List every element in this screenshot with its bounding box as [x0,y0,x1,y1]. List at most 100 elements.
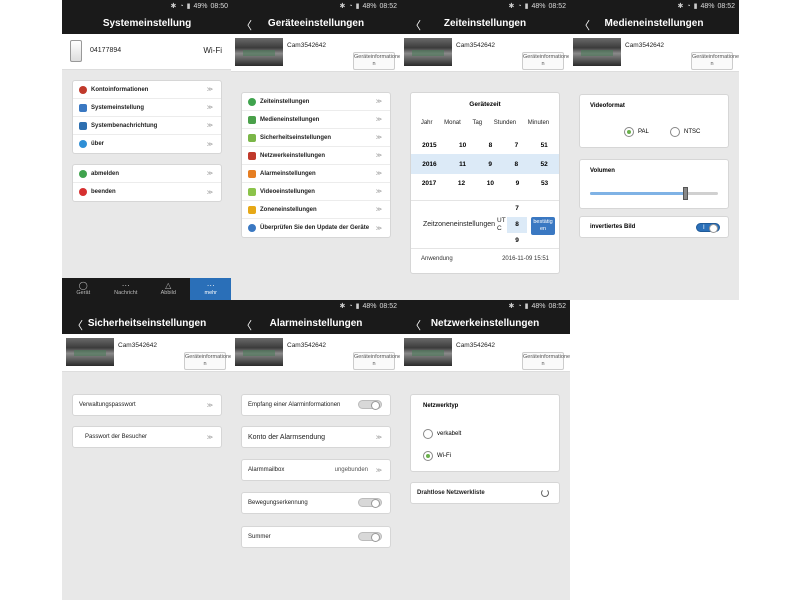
status-bar [62,300,232,312]
bluetooth-icon: ✱ [339,303,346,310]
account-id: 04177894 [90,47,122,54]
col-monat: Monat [444,120,461,126]
chevron-right-icon: ≫ [206,141,213,148]
wired-radio[interactable] [423,429,433,439]
time-row[interactable]: 2017 12 10 9 53 [411,174,559,192]
camera-thumbnail [235,38,283,66]
alarm-receive-toggle[interactable] [358,400,382,410]
abmelden-item[interactable]: abmelden ≫ [73,165,221,183]
nav-mehr[interactable]: ··· mehr [189,278,232,300]
device-info-button[interactable]: Geräteinformatione n [522,52,570,70]
antenna-icon [248,151,256,160]
netzwerkeinstellungen-item[interactable]: Netzwerkeinstellungen ≫ [242,147,390,165]
chevron-right-icon: ≫ [375,189,382,195]
battery-level: 48% [700,2,715,10]
back-icon[interactable]: 〈 [72,317,83,333]
screen-netzwerkeinstellungen: ✱ ◔ ▮ 48% 08:52 〈 Netzwerkeinstellungen C… [400,300,570,600]
signal-icon: ▮ [355,303,360,310]
zoneneinstellungen-item[interactable]: Zoneneinstellungen ≫ [242,201,390,219]
visitor-password-card[interactable]: Passwort der Besucher ≫ [72,426,222,448]
network-type-label: Netzwerktyp [423,403,459,409]
sicherheitseinstellungen-item[interactable]: Sicherheitseinstellungen ≫ [242,129,390,147]
back-icon[interactable]: 〈 [410,317,421,333]
device-header: Cam3542642 Geräteinformatione n [400,334,570,372]
shield-icon [248,133,256,142]
settings-list: Kontoinformationen ≫ Systemeinstellung ≫ S… [72,80,222,154]
more-icon: ··· [206,281,215,290]
motion-detection-label: Bewegungserkennung [248,500,308,506]
phone-icon [70,40,82,62]
wifi-icon: ◔ [348,2,353,10]
chevron-right-icon: ≫ [375,434,382,441]
time-row[interactable]: 2015 10 8 7 51 [411,136,559,154]
clock-icon [248,97,256,106]
device-header: Cam3542642 Geräteinformatione n [231,34,401,72]
nav-geraet[interactable]: ◯ Gerät [62,278,105,300]
camera-name: Cam3542642 [625,42,665,49]
back-icon[interactable]: 〈 [410,17,421,33]
kontoinformationen-item[interactable]: Kontoinformationen ≫ [73,81,221,99]
motion-detection-toggle[interactable] [358,498,382,508]
col-minuten: Minuten [527,120,550,126]
session-list: abmelden ≫ beenden ≫ [72,164,222,202]
status-bar: ✱ ◔ ▮ 48% 08:52 [400,0,570,12]
page-title: 〈 Sicherheitseinstellungen [62,312,232,334]
chevron-right-icon: ≫ [375,171,382,177]
battery-level: 48% [531,302,546,310]
ueber-item[interactable]: über ≫ [73,135,221,153]
page-title: 〈 Netzwerkeinstellungen [400,312,570,334]
ntsc-radio[interactable] [670,127,680,137]
chevron-right-icon: ≫ [375,99,382,105]
videoeinstellungen-item[interactable]: Videoeinstellungen ≫ [242,183,390,201]
admin-password-card[interactable]: Verwaltungspasswort ≫ [72,394,222,416]
screen-zeiteinstellungen: ✱ ◔ ▮ 48% 08:52 〈 Zeiteinstellungen Cam35… [400,0,570,300]
back-icon[interactable]: 〈 [241,317,252,333]
inverted-toggle[interactable]: I [696,223,720,233]
battery-level: 48% [362,2,377,10]
alarm-account-label: Konto der Alarmsendung [248,433,326,441]
wireless-list-card[interactable]: Drahtlose Netzwerkliste [410,482,560,504]
device-info-button[interactable]: Geräteinformatione n [353,52,401,70]
col-tag: Tag [472,120,483,126]
zeiteinstellungen-item[interactable]: Zeiteinstellungen ≫ [242,93,390,111]
alarmeinstellungen-item[interactable]: Alarmeinstellungen ≫ [242,165,390,183]
account-bar[interactable]: 04177894 Wi-Fi [62,34,232,70]
wifi-icon: ◔ [517,302,522,310]
camera-thumbnail [66,338,114,366]
buzzer-toggle[interactable] [358,532,382,542]
device-info-button[interactable]: Geräteinformatione n [353,352,401,370]
pal-radio[interactable] [624,127,634,137]
nav-nachricht[interactable]: ⋯ Nachricht [105,278,148,300]
apply-time: 2016-11-09 15:51 [502,256,549,262]
camera-thumbnail [404,338,452,366]
time-row-selected[interactable]: 2016 11 9 8 52 [411,154,559,174]
systemeinstellung-item[interactable]: Systemeinstellung ≫ [73,99,221,117]
device-info-button[interactable]: Geräteinformatione n [184,352,232,370]
signal-icon: ▮ [355,3,360,10]
volume-slider-handle[interactable] [683,187,688,200]
wifi-radio[interactable] [423,451,433,461]
timezone-picker[interactable]: 7 8 9 [507,201,527,249]
chevron-right-icon: ≫ [206,123,213,129]
back-icon[interactable]: 〈 [579,17,590,33]
image-icon: △ [165,281,172,290]
time-columns: Jahr Monat Tag Stunden Minuten [411,120,559,126]
nav-abbild[interactable]: △ Abbild [147,278,190,300]
medieneinstellungen-item[interactable]: Medieneinstellungen ≫ [242,111,390,129]
device-info-button[interactable]: Geräteinformatione n [691,52,739,70]
update-item[interactable]: Überprüfen Sie den Update der Geräte ≫ [242,219,390,237]
screen-alarmeinstellungen: ✱ ◔ ▮ 48% 08:52 〈 Alarmeinstellungen Cam3… [231,300,401,600]
back-icon[interactable]: 〈 [241,17,252,33]
systembenachrichtung-item[interactable]: Systembenachrichtung ≫ [73,117,221,135]
alarm-account-card[interactable]: Konto der Alarmsendung ≫ [241,426,391,448]
status-bar: ✱ ◔ ▮ 48% 08:52 [400,300,570,312]
wifi-icon: ◔ [179,2,184,10]
beenden-item[interactable]: beenden ≫ [73,183,221,201]
bottom-navigation: ◯ Gerät ⋯ Nachricht △ Abbild ··· mehr [62,278,232,300]
device-header: Cam3542642 Geräteinformatione n [62,334,232,372]
confirm-button[interactable]: bestätig en [531,217,555,235]
volume-slider-track[interactable] [590,187,718,200]
device-info-button[interactable]: Geräteinformatione n [522,352,570,370]
screen-medieneinstellungen: ✱ ◔ ▮ 48% 08:52 〈 Medieneinstellungen Cam… [569,0,739,300]
alarm-mailbox-card[interactable]: Alarmmailbox ungebunden ≫ [241,459,391,481]
